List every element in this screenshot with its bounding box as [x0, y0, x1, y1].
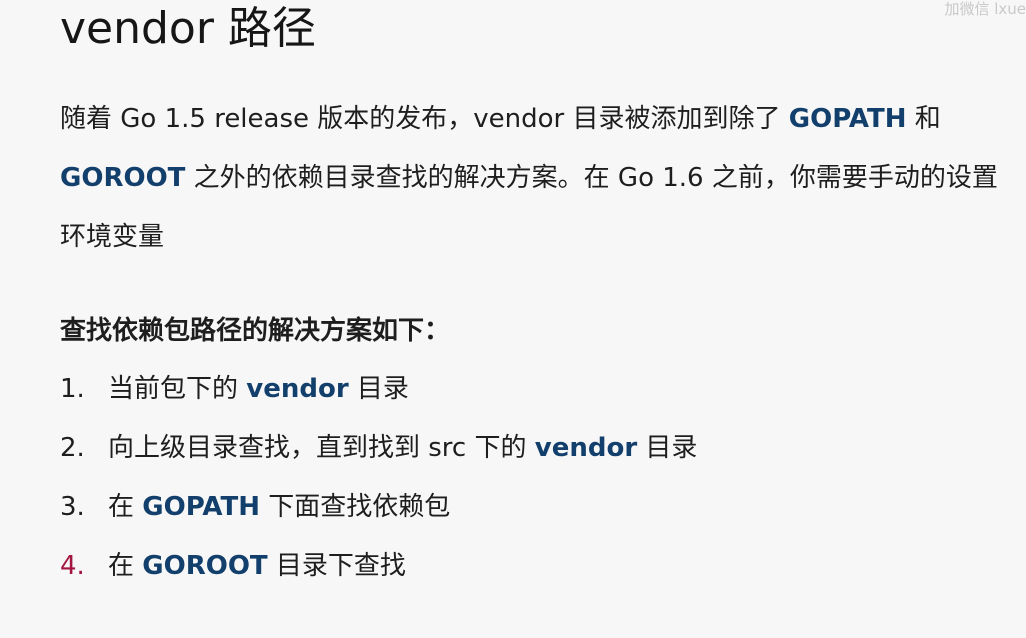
- intro-paragraph: 随着 Go 1.5 release 版本的发布，vendor 目录被添加到除了 …: [60, 90, 1020, 267]
- list-item-step-1: 1. 当前包下的 vendor 目录: [60, 360, 697, 419]
- step-number-active: 4.: [60, 551, 85, 581]
- step-text-after: 目录: [637, 433, 698, 463]
- steps-heading: 查找依赖包路径的解决方案如下：: [60, 316, 451, 346]
- step-keyword: GOROOT: [142, 551, 268, 581]
- step-text-after: 目录: [348, 374, 409, 404]
- step-keyword: vendor: [246, 374, 349, 404]
- list-item-step-3: 3. 在 GOPATH 下面查找依赖包: [60, 478, 697, 537]
- step-number: 1.: [60, 374, 85, 404]
- step-text-after: 目录下查找: [267, 551, 406, 581]
- step-text-after: 下面查找依赖包: [259, 492, 451, 522]
- intro-text-3: 之外的依赖目录查找的解决方案。在 Go 1.6 之前，你需要手动的设置环境变量: [60, 163, 998, 252]
- step-text: 在: [108, 492, 143, 522]
- keyword-goroot: GOROOT: [60, 163, 186, 193]
- step-text: 在: [108, 551, 143, 581]
- slide-title: vendor 路径: [60, 3, 316, 54]
- step-keyword: GOPATH: [142, 492, 260, 522]
- intro-text-2: 和: [906, 104, 941, 134]
- step-keyword: vendor: [534, 433, 638, 463]
- steps-list: 1. 当前包下的 vendor 目录 2. 向上级目录查找，直到找到 src 下的 …: [60, 360, 697, 596]
- step-text: 当前包下的: [108, 374, 247, 404]
- step-number: 2.: [60, 433, 85, 463]
- list-item-step-4: 4. 在 GOROOT 目录下查找: [60, 537, 697, 596]
- step-text: 向上级目录查找，直到找到 src 下的: [108, 433, 535, 463]
- intro-text-1: 随着 Go 1.5 release 版本的发布，vendor 目录被添加到除了: [60, 104, 789, 134]
- list-item-step-2: 2. 向上级目录查找，直到找到 src 下的 vendor 目录: [60, 419, 697, 478]
- keyword-gopath: GOPATH: [788, 104, 907, 134]
- watermark: 加微信 lxue: [944, 0, 1026, 18]
- step-number: 3.: [60, 492, 85, 522]
